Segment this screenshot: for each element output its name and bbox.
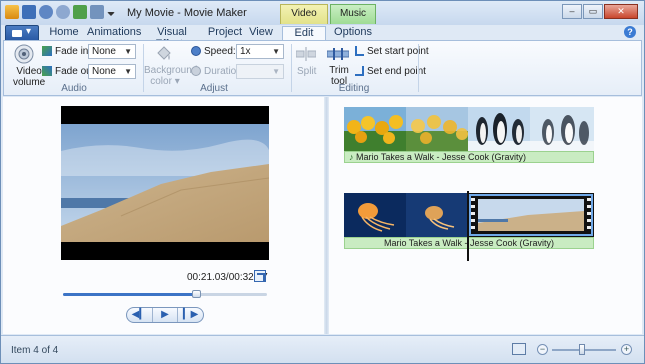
tulips-thumbnail[interactable] xyxy=(406,107,468,151)
app-icon[interactable] xyxy=(5,5,19,19)
window-title: My Movie - Movie Maker xyxy=(127,7,247,19)
fade-out-value: None xyxy=(92,66,116,77)
window-controls: – ▭ ✕ xyxy=(562,4,638,19)
video-preview[interactable] xyxy=(61,106,269,260)
tab-visual-effects[interactable]: Visual Effects xyxy=(143,26,201,50)
seek-thumb[interactable] xyxy=(191,290,201,298)
thumbnail-view-icon[interactable] xyxy=(512,343,526,355)
next-frame-button[interactable]: ▎▶ xyxy=(177,308,203,322)
undo-icon[interactable] xyxy=(39,5,53,19)
music-tools-context-tab[interactable]: Music Tools xyxy=(330,4,376,37)
seek-progress xyxy=(63,293,196,296)
set-end-icon xyxy=(355,66,364,76)
chevron-down-icon: ▼ xyxy=(272,67,280,76)
tab-project[interactable]: Project xyxy=(205,26,245,41)
add-icon[interactable] xyxy=(73,5,87,19)
fade-in-dropdown[interactable]: None ▼ xyxy=(88,44,136,59)
maximize-button[interactable]: ▭ xyxy=(583,4,603,19)
status-item-count: Item 4 of 4 xyxy=(11,345,59,356)
customize-chevron-icon[interactable] xyxy=(107,12,115,16)
audio-track-bar[interactable]: ♪ Mario Takes a Walk - Jesse Cook (Gravi… xyxy=(344,151,594,163)
help-icon[interactable]: ? xyxy=(624,26,636,38)
audio-track-bar[interactable]: Mario Takes a Walk - Jesse Cook (Gravity… xyxy=(344,237,594,249)
play-button[interactable]: ▶ xyxy=(151,308,178,322)
zoom-out-button[interactable]: − xyxy=(537,344,548,355)
background-color-button[interactable]: Background color ▾ xyxy=(144,65,198,87)
audio-track-title: Mario Takes a Walk - Jesse Cook (Gravity… xyxy=(356,152,527,162)
tab-home[interactable]: Home xyxy=(47,26,81,41)
paint-bucket-icon xyxy=(157,46,171,60)
speed-value: 1x xyxy=(240,46,251,57)
movie-maker-window: My Movie - Movie Maker Video Tools Music… xyxy=(0,0,645,364)
video-volume-button[interactable]: Video volume xyxy=(13,66,45,88)
fullscreen-icon[interactable] xyxy=(254,270,266,282)
speed-label: Speed: xyxy=(204,46,236,57)
split-icon xyxy=(296,47,316,61)
duration-dropdown[interactable]: ▼ xyxy=(236,64,284,79)
chevron-down-icon: ▼ xyxy=(272,47,280,56)
penguins-thumbnail[interactable] xyxy=(530,107,594,151)
editing-group-label: Editing xyxy=(338,83,370,94)
speaker-icon xyxy=(14,44,34,64)
selected-dune-clip[interactable] xyxy=(468,193,594,237)
duration-icon xyxy=(191,66,201,76)
jellyfish-thumbnail[interactable] xyxy=(344,193,406,237)
music-note-icon: ♪ xyxy=(349,152,354,162)
chevron-down-icon: ▼ xyxy=(124,67,132,76)
quick-access-toolbar xyxy=(5,5,115,19)
ribbon: Video volume Fade in: None ▼ Fade out: No… xyxy=(3,40,642,96)
adjust-group-label: Adjust xyxy=(200,83,228,94)
zoom-slider-thumb[interactable] xyxy=(579,344,585,355)
title-bar: My Movie - Movie Maker Video Tools Music… xyxy=(1,1,644,37)
background-color-line2: color ▾ xyxy=(150,76,180,87)
ribbon-tab-row: Home Animations Visual Effects Project V… xyxy=(1,25,644,50)
group-divider xyxy=(418,44,419,92)
file-menu-button[interactable] xyxy=(5,25,39,41)
tulips-thumbnail[interactable] xyxy=(344,107,406,151)
audio-group-label: Audio xyxy=(61,83,87,94)
set-start-icon xyxy=(355,46,364,56)
set-start-point-button[interactable]: Set start point xyxy=(367,46,429,57)
fade-in-icon xyxy=(42,46,52,56)
group-divider xyxy=(291,44,292,92)
tab-view[interactable]: View xyxy=(247,26,275,41)
beach-dune-frame xyxy=(61,106,269,260)
tab-options[interactable]: Options xyxy=(332,26,374,41)
zoom-in-button[interactable]: + xyxy=(621,344,632,355)
background-color-line1: Background xyxy=(144,65,198,76)
redo-icon[interactable] xyxy=(56,5,70,19)
chevron-down-icon: ▼ xyxy=(124,47,132,56)
fade-in-label: Fade in: xyxy=(55,46,92,57)
clip-thumbnails xyxy=(344,107,594,151)
video-volume-line2: volume xyxy=(13,77,46,88)
trim-tool-line1: Trim xyxy=(329,65,349,76)
previous-frame-button[interactable]: ◀▎ xyxy=(127,308,152,322)
split-button[interactable]: Split xyxy=(297,66,316,77)
status-bar: Item 4 of 4 − + xyxy=(1,335,644,363)
speed-dropdown[interactable]: 1x ▼ xyxy=(236,44,284,59)
speed-icon xyxy=(191,46,201,56)
fade-in-value: None xyxy=(92,46,116,57)
fade-out-icon xyxy=(42,66,52,76)
trim-icon xyxy=(327,48,349,60)
penguins-thumbnail[interactable] xyxy=(468,107,530,151)
video-volume-line1: Video xyxy=(16,66,42,77)
playback-controls: ◀▎ ▶ ▎▶ xyxy=(126,307,204,323)
save-icon[interactable] xyxy=(22,5,36,19)
snapshot-icon[interactable] xyxy=(90,5,104,19)
tab-animations[interactable]: Animations xyxy=(87,26,141,41)
clip-thumbnails xyxy=(344,193,594,237)
jellyfish-thumbnail[interactable] xyxy=(406,193,468,237)
close-button[interactable]: ✕ xyxy=(604,4,638,19)
seek-bar[interactable] xyxy=(63,290,267,298)
fade-out-dropdown[interactable]: None ▼ xyxy=(88,64,136,79)
minimize-button[interactable]: – xyxy=(562,4,582,19)
playhead-indicator[interactable] xyxy=(467,191,469,261)
video-tools-context-tab[interactable]: Video Tools xyxy=(280,4,328,37)
